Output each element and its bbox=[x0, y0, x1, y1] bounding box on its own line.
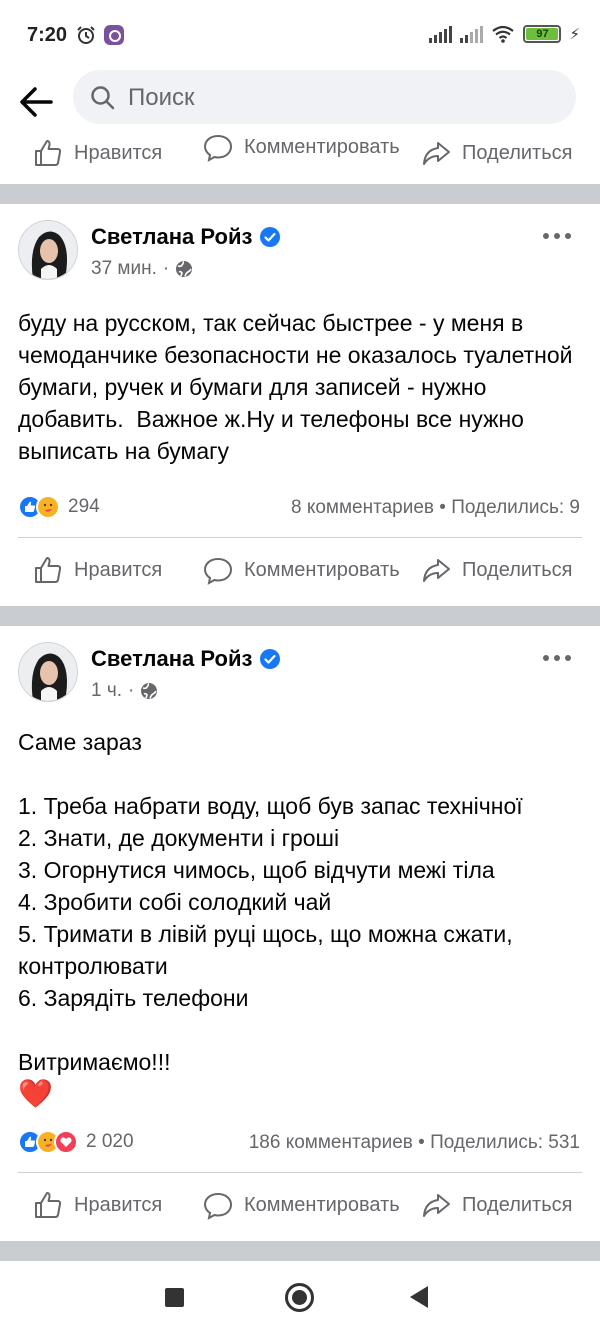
post-meta: 37 мин. · bbox=[91, 258, 193, 280]
post-stats: 294 8 комментариев • Поделились: 9 bbox=[0, 479, 600, 537]
comment-button[interactable]: Комментировать bbox=[202, 134, 406, 172]
post-time[interactable]: 1 ч. bbox=[91, 680, 122, 702]
search-icon bbox=[91, 86, 115, 110]
like-button[interactable]: Нравится bbox=[32, 134, 162, 172]
post-stats: 2 020 186 комментариев • Поделились: 531 bbox=[0, 1114, 600, 1172]
post-author[interactable]: Светлана Ройз bbox=[91, 224, 281, 250]
reactions-count: 294 bbox=[68, 496, 100, 517]
post-author[interactable]: Светлана Ройз bbox=[91, 646, 281, 672]
share-button[interactable]: Поделиться bbox=[420, 134, 572, 172]
share-button[interactable]: Поделиться bbox=[420, 538, 572, 602]
share-icon bbox=[423, 142, 450, 165]
author-name: Светлана Ройз bbox=[91, 224, 253, 249]
comment-button[interactable]: Комментировать bbox=[202, 1173, 406, 1237]
comment-icon bbox=[203, 557, 233, 585]
post-separator bbox=[0, 606, 600, 626]
avatar[interactable] bbox=[18, 220, 78, 280]
post-text: буду на русском, так сейчас быстрее - у … bbox=[18, 310, 579, 464]
battery-level: 97 bbox=[526, 28, 559, 40]
system-navigation-bar bbox=[0, 1262, 600, 1332]
comments-count[interactable]: 186 комментариев bbox=[249, 1132, 413, 1153]
share-button[interactable]: Поделиться bbox=[420, 1173, 572, 1237]
stats-separator: • bbox=[434, 497, 452, 518]
feed-post: Светлана Ройз 1 ч. · Саме зараз 1. Треба… bbox=[0, 626, 600, 1241]
recent-apps-icon[interactable] bbox=[165, 1288, 184, 1307]
globe-icon bbox=[141, 683, 158, 699]
thumbs-up-icon bbox=[35, 1192, 62, 1218]
home-icon[interactable] bbox=[285, 1283, 314, 1312]
like-button[interactable]: Нравится bbox=[32, 1173, 162, 1237]
more-options-icon[interactable] bbox=[542, 230, 572, 242]
globe-icon bbox=[176, 261, 193, 277]
love-reaction-icon bbox=[54, 1130, 78, 1154]
like-button[interactable]: Нравится bbox=[32, 538, 162, 602]
verified-badge-icon bbox=[260, 649, 281, 669]
back-arrow-icon[interactable] bbox=[15, 80, 59, 124]
post-meta: 1 ч. · bbox=[91, 680, 158, 702]
back-icon[interactable] bbox=[410, 1286, 428, 1308]
like-label: Нравится bbox=[74, 1193, 163, 1216]
post-header: Светлана Ройз 1 ч. · bbox=[0, 626, 600, 722]
news-feed: Нравится Комментировать Поделиться Светл… bbox=[0, 134, 600, 1261]
post-action-bar: Нравится Комментировать Поделиться bbox=[0, 538, 600, 602]
verified-badge-icon bbox=[260, 227, 281, 247]
viber-icon bbox=[104, 25, 124, 45]
heart-emoji: ❤️ bbox=[18, 1078, 53, 1109]
comment-label: Комментировать bbox=[244, 559, 400, 581]
more-options-icon[interactable] bbox=[542, 652, 572, 664]
comments-count[interactable]: 8 комментариев bbox=[291, 497, 434, 518]
comments-shares[interactable]: 186 комментариев • Поделились: 531 bbox=[249, 1132, 580, 1154]
alarm-icon bbox=[77, 26, 95, 44]
battery-icon: 97 bbox=[523, 25, 562, 43]
share-label: Поделиться bbox=[462, 141, 573, 164]
thumbs-up-icon bbox=[35, 140, 62, 166]
comment-label: Комментировать bbox=[244, 136, 400, 158]
share-label: Поделиться bbox=[462, 558, 573, 581]
post-action-bar: Нравится Комментировать Поделиться bbox=[0, 134, 600, 172]
wifi-icon bbox=[492, 25, 515, 43]
like-label: Нравится bbox=[74, 558, 163, 581]
comment-icon bbox=[203, 1192, 233, 1220]
avatar[interactable] bbox=[18, 642, 78, 702]
top-header: Поиск bbox=[0, 70, 600, 134]
status-indicators: 97 ⚡ bbox=[429, 25, 580, 43]
share-icon bbox=[423, 1194, 450, 1217]
shares-count[interactable]: Поделились: 531 bbox=[430, 1132, 580, 1153]
reactions-summary[interactable]: 294 bbox=[18, 495, 100, 519]
comment-icon bbox=[203, 134, 233, 162]
stats-separator: • bbox=[412, 1132, 431, 1153]
search-input[interactable]: Поиск bbox=[73, 70, 576, 124]
post-action-bar: Нравится Комментировать Поделиться bbox=[0, 1173, 600, 1237]
post-time[interactable]: 37 мин. bbox=[91, 258, 157, 280]
care-reaction-icon bbox=[36, 495, 60, 519]
like-label: Нравится bbox=[74, 141, 163, 164]
author-name: Светлана Ройз bbox=[91, 646, 253, 671]
charging-icon: ⚡ bbox=[569, 26, 580, 43]
feed-post: Светлана Ройз 37 мин. · буду на русском,… bbox=[0, 204, 600, 606]
meta-dot: · bbox=[128, 680, 135, 701]
status-time: 7:20 bbox=[27, 24, 68, 46]
reactions-summary[interactable]: 2 020 bbox=[18, 1130, 134, 1154]
post-separator bbox=[0, 1241, 600, 1261]
comments-shares[interactable]: 8 комментариев • Поделились: 9 bbox=[291, 497, 580, 519]
comment-button[interactable]: Комментировать bbox=[202, 538, 406, 602]
signal-icon bbox=[460, 25, 484, 43]
share-icon bbox=[423, 559, 450, 582]
post-separator bbox=[0, 184, 600, 204]
search-placeholder: Поиск bbox=[128, 84, 195, 111]
comment-label: Комментировать bbox=[244, 1194, 400, 1216]
signal-icon bbox=[429, 25, 453, 43]
reactions-count: 2 020 bbox=[86, 1131, 134, 1152]
thumbs-up-icon bbox=[35, 557, 62, 583]
post-header: Светлана Ройз 37 мин. · bbox=[0, 204, 600, 300]
meta-dot: · bbox=[162, 258, 170, 279]
status-bar: 7:20 97 ⚡ bbox=[0, 0, 600, 70]
post-text: Саме зараз 1. Треба набрати воду, щоб бу… bbox=[18, 729, 523, 1075]
shares-count[interactable]: Поделились: 9 bbox=[451, 497, 580, 518]
share-label: Поделиться bbox=[462, 1193, 573, 1216]
